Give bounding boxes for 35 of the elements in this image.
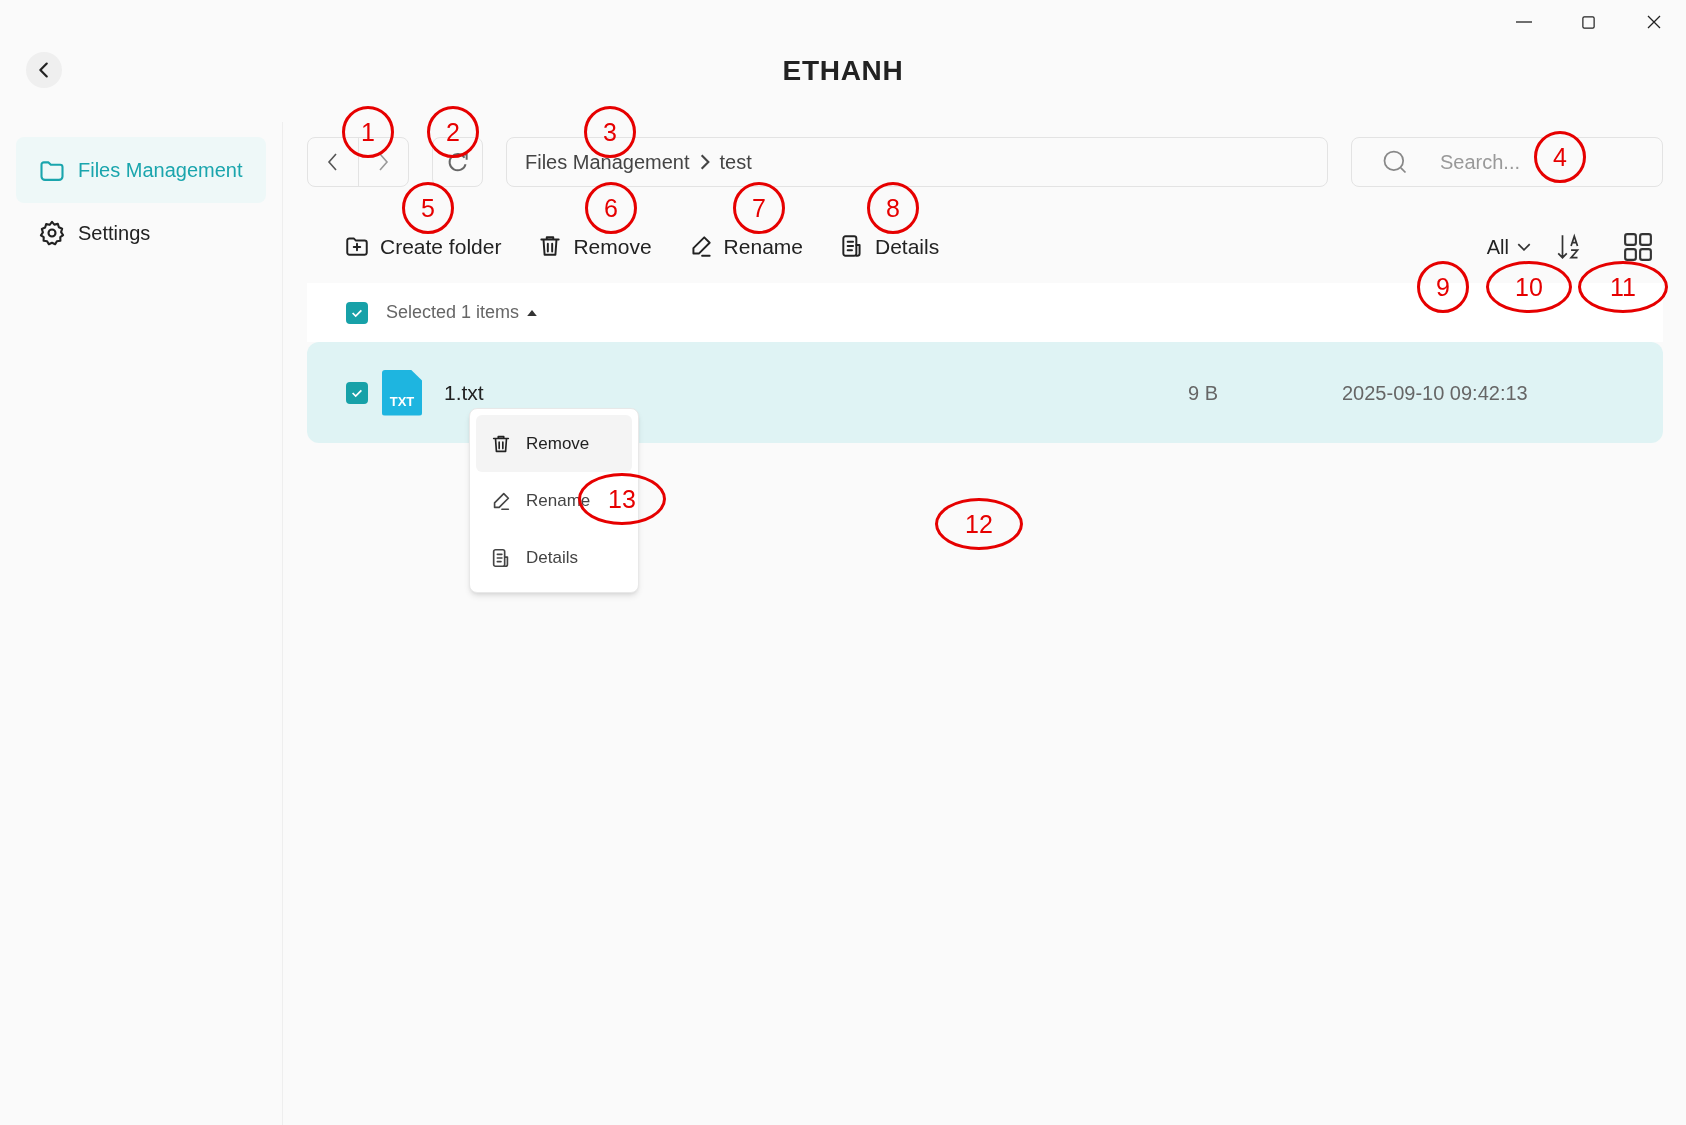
settings-icon bbox=[38, 219, 66, 247]
callout-marker: 10 bbox=[1486, 261, 1572, 313]
callout-marker: 8 bbox=[867, 182, 919, 234]
close-icon bbox=[1645, 14, 1662, 30]
selection-summary[interactable]: Selected 1 items bbox=[386, 299, 538, 326]
callout-marker: 4 bbox=[1534, 131, 1586, 183]
maximize-icon bbox=[1581, 14, 1596, 30]
checkbox[interactable] bbox=[346, 381, 368, 404]
menu-item[interactable]: Details bbox=[476, 529, 580, 586]
caret-icon bbox=[1517, 243, 1531, 251]
minimize-icon bbox=[1515, 21, 1532, 23]
callout-marker: 1 bbox=[342, 106, 394, 158]
grid-icon bbox=[1623, 232, 1653, 262]
callout-marker: 2 bbox=[427, 106, 479, 158]
callout-marker: 9 bbox=[1417, 261, 1469, 313]
menu-item[interactable]: Remove bbox=[476, 415, 632, 472]
callout-marker: 6 bbox=[585, 182, 637, 234]
callout-marker: 11 bbox=[1578, 261, 1668, 313]
grid-view-button[interactable] bbox=[1623, 232, 1653, 262]
file-size: 9 B bbox=[1188, 380, 1220, 406]
chevron-right-icon bbox=[699, 154, 710, 170]
caret-up-icon bbox=[527, 309, 538, 316]
sidebar-item[interactable]: Settings bbox=[16, 203, 266, 263]
breadcrumb-link[interactable]: test bbox=[719, 147, 752, 177]
window-title: ETHANH bbox=[782, 55, 904, 86]
callout-marker: 7 bbox=[733, 182, 785, 234]
file-icon: TXT bbox=[382, 369, 422, 416]
callout-marker: 5 bbox=[402, 182, 454, 234]
file-name: 1.txt bbox=[444, 379, 485, 406]
callout-marker: 12 bbox=[935, 498, 1023, 550]
filter-dropdown[interactable]: All bbox=[1486, 232, 1531, 262]
file-date: 2025-09-10 09:42:13 bbox=[1342, 380, 1529, 406]
checkbox[interactable] bbox=[346, 301, 368, 324]
back-button[interactable] bbox=[26, 52, 62, 88]
search-icon bbox=[1381, 148, 1409, 176]
